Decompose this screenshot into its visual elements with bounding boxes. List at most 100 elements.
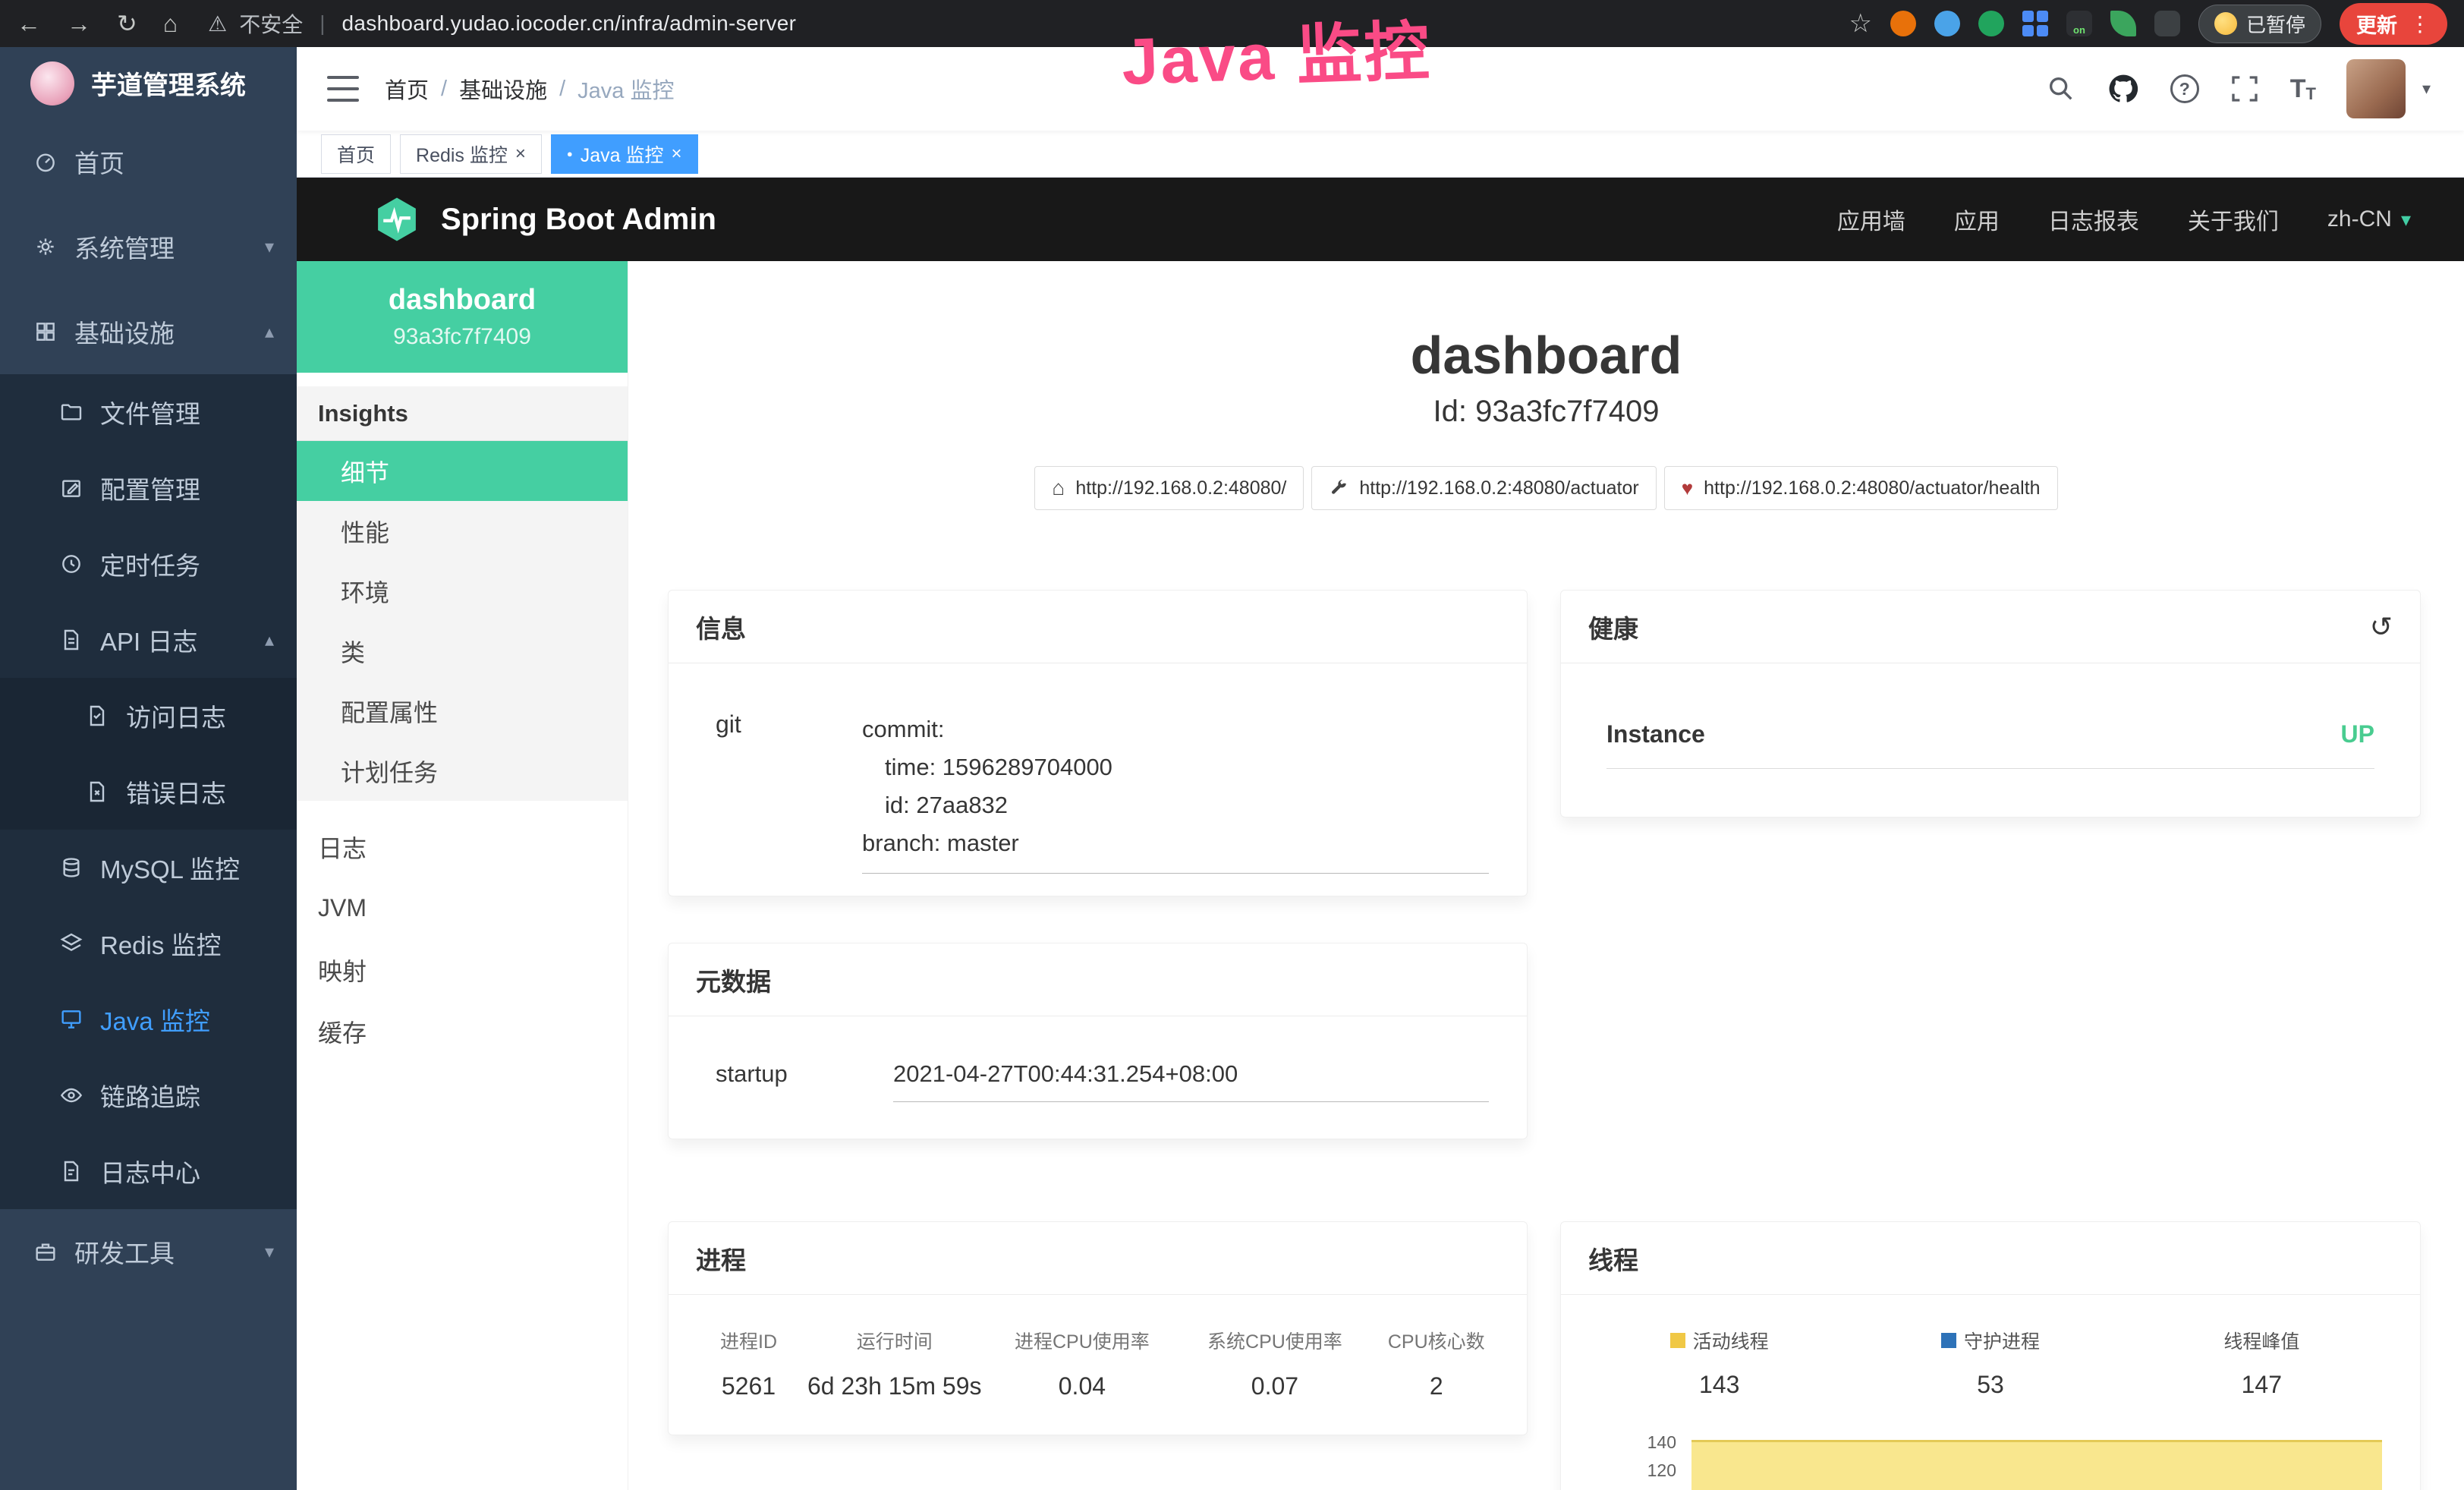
sidebar-item-label: MySQL 监控 bbox=[100, 849, 240, 886]
extension-icon-leaf[interactable] bbox=[2110, 11, 2136, 36]
sba-menu-metrics[interactable]: 性能 bbox=[297, 501, 628, 561]
reload-icon[interactable]: ↻ bbox=[117, 11, 137, 36]
access-log-icon bbox=[85, 704, 109, 728]
sba-language-select[interactable]: zh-CN ▾ bbox=[2327, 206, 2411, 232]
extension-icon-proxy-on[interactable]: on bbox=[2066, 11, 2092, 36]
extension-icon-grid[interactable] bbox=[2022, 11, 2048, 36]
legend-value: 53 bbox=[1855, 1371, 2126, 1399]
sba-menu-caches[interactable]: 缓存 bbox=[297, 1000, 628, 1062]
instance-header[interactable]: dashboard 93a3fc7f7409 bbox=[297, 261, 628, 373]
sba-menu-classes[interactable]: 类 bbox=[297, 621, 628, 681]
info-line: time: 1596289704000 bbox=[862, 748, 1489, 786]
clock-icon bbox=[59, 552, 83, 576]
sba-menu-logfile[interactable]: 日志 bbox=[297, 816, 628, 877]
app-logo bbox=[30, 61, 74, 106]
sidebar-item-jobs[interactable]: 定时任务 bbox=[0, 526, 297, 602]
breadcrumb-infra[interactable]: 基础设施 bbox=[459, 73, 547, 105]
sba-nav: 应用墙 应用 日志报表 关于我们 zh-CN ▾ bbox=[1837, 203, 2411, 236]
search-icon[interactable] bbox=[2046, 74, 2076, 104]
sidebar-item-error-log[interactable]: 错误日志 bbox=[0, 754, 297, 830]
api-log-icon bbox=[59, 628, 83, 652]
forward-icon[interactable]: → bbox=[67, 11, 91, 36]
process-value: 5261 bbox=[691, 1372, 806, 1400]
active-threads-area bbox=[1691, 1440, 2382, 1490]
font-size-icon[interactable]: TT bbox=[2290, 74, 2316, 104]
process-col-header: 系统CPU使用率 bbox=[1181, 1327, 1368, 1354]
actuator-url-chip[interactable]: http://192.168.0.2:48080/actuator bbox=[1311, 466, 1656, 510]
sba-menu-jvm[interactable]: JVM bbox=[297, 877, 628, 939]
sidebar-item-java[interactable]: Java 监控 bbox=[0, 981, 297, 1057]
instance-title: dashboard bbox=[628, 325, 2464, 386]
sidebar-item-devtools[interactable]: 研发工具 ▾ bbox=[0, 1209, 297, 1294]
hamburger-icon[interactable] bbox=[327, 76, 359, 102]
history-icon[interactable]: ↺ bbox=[2370, 611, 2393, 643]
sidebar-item-label: 首页 bbox=[74, 143, 124, 180]
bookmark-star-icon[interactable]: ☆ bbox=[1849, 11, 1872, 36]
y-axis-tick: 140 bbox=[1593, 1432, 1676, 1453]
github-icon[interactable] bbox=[2107, 72, 2140, 106]
user-avatar[interactable] bbox=[2346, 59, 2406, 118]
sba-nav-applications[interactable]: 应用 bbox=[1954, 203, 2000, 236]
process-card: 进程 进程ID 运行时间 进程CPU使用率 系统CPU使用率 CPU核心数 52… bbox=[668, 1221, 1528, 1435]
health-instance-row[interactable]: Instance UP bbox=[1606, 720, 2374, 769]
back-icon[interactable]: ← bbox=[17, 11, 41, 36]
heart-icon: ♥ bbox=[1682, 477, 1693, 500]
sba-menu-mappings[interactable]: 映射 bbox=[297, 939, 628, 1000]
sba-nav-journal[interactable]: 日志报表 bbox=[2048, 203, 2139, 236]
tab-redis-monitor[interactable]: Redis 监控 × bbox=[400, 134, 542, 174]
sidebar-item-tracing[interactable]: 链路追踪 bbox=[0, 1057, 297, 1133]
app-logo-row[interactable]: 芋道管理系统 bbox=[0, 47, 297, 119]
monitor-icon bbox=[59, 1007, 83, 1032]
kebab-menu-icon[interactable]: ⋮ bbox=[2409, 11, 2431, 36]
avatar-caret-icon[interactable]: ▾ bbox=[2422, 79, 2431, 99]
fullscreen-icon[interactable] bbox=[2230, 74, 2260, 104]
tab-home[interactable]: 首页 bbox=[321, 134, 391, 174]
sidebar-item-system[interactable]: 系统管理 ▾ bbox=[0, 204, 297, 289]
paused-badge[interactable]: 已暂停 bbox=[2198, 5, 2321, 43]
sba-brand[interactable]: Spring Boot Admin bbox=[441, 203, 716, 237]
service-url-chip[interactable]: ⌂ http://192.168.0.2:48080/ bbox=[1034, 466, 1304, 510]
extension-icon-drop[interactable] bbox=[1934, 11, 1960, 36]
address-bar[interactable]: ⚠ 不安全 | dashboard.yudao.iocoder.cn/infra… bbox=[208, 8, 796, 39]
close-icon[interactable]: × bbox=[672, 145, 682, 163]
health-card-title: 健康 bbox=[1588, 609, 1638, 645]
on-badge-label: on bbox=[2066, 24, 2092, 36]
extension-icon-green-circle[interactable] bbox=[1978, 11, 2004, 36]
sba-menu-environment[interactable]: 环境 bbox=[297, 561, 628, 621]
tags-view: 首页 Redis 监控 × ● Java 监控 × bbox=[297, 131, 2464, 178]
sidebar-item-home[interactable]: 首页 bbox=[0, 119, 297, 204]
sidebar-item-access-log[interactable]: 访问日志 bbox=[0, 678, 297, 754]
sidebar-item-redis[interactable]: Redis 监控 bbox=[0, 906, 297, 981]
sba-menu-scheduled-tasks[interactable]: 计划任务 bbox=[297, 741, 628, 801]
sidebar-item-api-log[interactable]: API 日志 ▴ bbox=[0, 602, 297, 678]
sba-nav-wallboard[interactable]: 应用墙 bbox=[1837, 203, 1905, 236]
instance-links: ⌂ http://192.168.0.2:48080/ http://192.1… bbox=[628, 466, 2464, 510]
sba-nav-about[interactable]: 关于我们 bbox=[2188, 203, 2279, 236]
sidebar-item-mysql[interactable]: MySQL 监控 bbox=[0, 830, 297, 906]
sidebar-item-label: 基础设施 bbox=[74, 313, 175, 350]
tab-java-monitor[interactable]: ● Java 监控 × bbox=[551, 134, 698, 174]
sidebar-item-infra[interactable]: 基础设施 ▴ bbox=[0, 289, 297, 374]
close-icon[interactable]: × bbox=[515, 145, 526, 163]
extension-icon-orange[interactable] bbox=[1890, 11, 1916, 36]
paused-emoji-icon bbox=[2214, 12, 2237, 35]
url-text: dashboard.yudao.iocoder.cn/infra/admin-s… bbox=[342, 11, 797, 36]
sidebar-item-files[interactable]: 文件管理 bbox=[0, 374, 297, 450]
sidebar-item-label: 定时任务 bbox=[100, 546, 200, 582]
sidebar-item-log-center[interactable]: 日志中心 bbox=[0, 1133, 297, 1209]
active-threads-swatch bbox=[1670, 1333, 1685, 1348]
extension-icon-dark[interactable] bbox=[2154, 11, 2180, 36]
sba-menu-config-props[interactable]: 配置属性 bbox=[297, 681, 628, 741]
sidebar-item-config[interactable]: 配置管理 bbox=[0, 450, 297, 526]
help-icon[interactable]: ? bbox=[2170, 74, 2199, 103]
process-value: 2 bbox=[1369, 1372, 1505, 1400]
breadcrumb-home[interactable]: 首页 bbox=[385, 73, 429, 105]
y-axis-tick: 120 bbox=[1593, 1460, 1676, 1481]
browser-home-icon[interactable]: ⌂ bbox=[163, 11, 178, 36]
sba-menu-details[interactable]: 细节 bbox=[297, 441, 628, 501]
health-url-chip[interactable]: ♥ http://192.168.0.2:48080/actuator/heal… bbox=[1664, 466, 2058, 510]
update-button[interactable]: 更新 ⋮ bbox=[2340, 3, 2447, 45]
browser-chrome: ← → ↻ ⌂ ⚠ 不安全 | dashboard.yudao.iocoder.… bbox=[0, 0, 2464, 47]
sidebar-item-label: Redis 监控 bbox=[100, 925, 222, 962]
info-card: 信息 git commit: time: 1596289704000 id: 2… bbox=[668, 590, 1528, 896]
